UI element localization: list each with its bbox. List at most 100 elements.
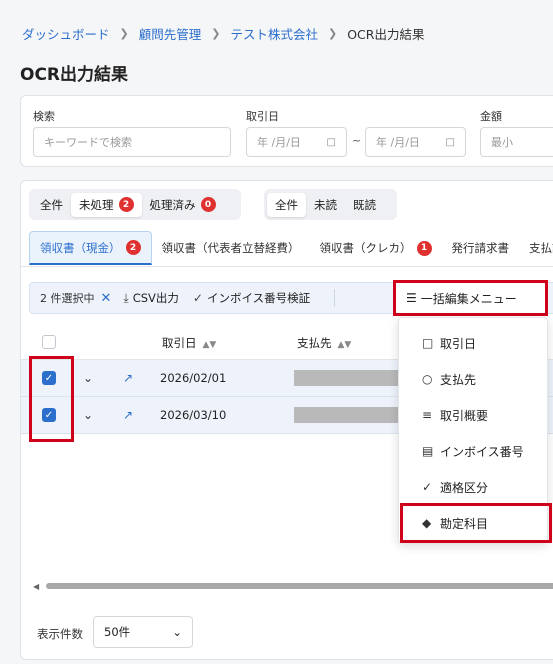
date-label: 取引日 [246, 110, 279, 123]
bulk-edit-menu-button[interactable]: ☰ 一括編集メニュー [393, 280, 548, 316]
csv-export-button[interactable]: ⤓ CSV出力 [123, 290, 179, 306]
document-icon: ≡ [422, 408, 433, 422]
chevron-down-icon[interactable]: ⌄ [83, 408, 93, 422]
breadcrumb: ダッシュボード ❯ 顧問先管理 ❯ テスト株式会社 ❯ OCR出力結果 [22, 24, 424, 43]
row-date: 2026/03/10 [160, 408, 227, 422]
per-page-value: 50件 [104, 625, 131, 639]
tab-label: 発行請求書 [451, 241, 510, 255]
date-range-separator: ~ [352, 134, 362, 147]
chevron-down-icon[interactable]: ⌄ [83, 371, 93, 385]
tabs-divider [21, 266, 553, 267]
menu-item-label: 適格区分 [440, 480, 489, 495]
column-payee[interactable]: 支払先 ▲▼ [297, 335, 351, 351]
document-type-tabs: 領収書（現金） 2 領収書（代表者立替経費） 領収書（クレカ） 1 発行請求書 支払… [29, 231, 553, 267]
read-unread[interactable]: 未読 [306, 193, 345, 217]
check-circle-icon: ✓ [192, 291, 203, 305]
redacted-payee [294, 370, 414, 386]
menu-item-label: 取引日 [440, 336, 477, 351]
filter-panel: 検索 キーワードで検索 取引日 年 /月/日 □ ~ 年 /月/日 □ 金額 最… [20, 95, 553, 167]
status-processed[interactable]: 処理済み 0 [142, 193, 224, 217]
read-unread-label: 未読 [314, 197, 337, 212]
tab-issued-invoice[interactable]: 発行請求書 [442, 231, 520, 265]
read-filter: 全件 未読 既読 [264, 189, 397, 220]
count-badge: 0 [200, 197, 216, 212]
amount-min-input[interactable]: 最小 [480, 127, 553, 157]
column-payee-label: 支払先 [297, 336, 332, 350]
tab-payment[interactable]: 支払請 [519, 231, 553, 265]
horizontal-scrollbar[interactable]: ◀ [33, 582, 553, 591]
read-read[interactable]: 既読 [345, 193, 384, 217]
redacted-payee [294, 407, 414, 423]
tab-label: 領収書（クレカ） [319, 241, 412, 255]
search-label: 検索 [33, 110, 55, 123]
per-page-label: 表示件数 [37, 627, 83, 641]
scrollbar-thumb[interactable] [46, 583, 553, 589]
read-all[interactable]: 全件 [267, 192, 306, 217]
bulk-edit-menu-label: 一括編集メニュー [420, 291, 517, 306]
search-input[interactable]: キーワードで検索 [33, 127, 231, 157]
calendar-icon[interactable]: □ [327, 137, 336, 148]
date-from-input[interactable]: 年 /月/日 □ [246, 127, 347, 157]
tab-label: 領収書（代表者立替経費） [161, 241, 300, 255]
chevron-down-icon: ⌄ [172, 625, 182, 639]
date-to-input[interactable]: 年 /月/日 □ [365, 127, 466, 157]
breadcrumb-clients[interactable]: 顧問先管理 [139, 24, 202, 43]
tab-receipt-cash[interactable]: 領収書（現金） 2 [29, 231, 152, 265]
breadcrumb-company[interactable]: テスト株式会社 [230, 24, 318, 43]
person-icon: ○ [422, 372, 433, 386]
status-filter: 全件 未処理 2 処理済み 0 [29, 189, 241, 220]
calendar-icon[interactable]: □ [446, 137, 455, 148]
count-badge: 2 [118, 197, 134, 212]
list-icon: ☰ [406, 291, 417, 305]
breadcrumb-current: OCR出力結果 [347, 27, 425, 42]
menu-item-date[interactable]: □ 取引日 [399, 328, 549, 358]
status-processed-label: 処理済み [149, 197, 196, 212]
search-placeholder: キーワードで検索 [44, 136, 132, 149]
invoice-verify-label: インボイス番号検証 [206, 291, 311, 305]
date-from-placeholder: 年 /月/日 [257, 136, 301, 149]
read-all-label: 全件 [275, 197, 298, 212]
chevron-right-icon: ❯ [211, 27, 221, 40]
status-unprocessed[interactable]: 未処理 2 [71, 192, 142, 217]
tab-receipt-representative[interactable]: 領収書（代表者立替経費） [152, 231, 310, 265]
status-unprocessed-label: 未処理 [79, 197, 114, 212]
download-icon: ⤓ [123, 290, 129, 305]
divider [334, 289, 336, 307]
sort-icon[interactable]: ▲▼ [338, 340, 352, 350]
external-link-icon[interactable]: ↗ [123, 408, 133, 422]
highlight-account-item [400, 503, 552, 543]
chevron-right-icon: ❯ [327, 27, 338, 40]
id-card-icon: ▤ [422, 444, 434, 458]
external-link-icon[interactable]: ↗ [123, 371, 133, 385]
menu-item-qualification[interactable]: ✓ 適格区分 [399, 472, 549, 502]
read-read-label: 既読 [353, 197, 376, 212]
calendar-icon: □ [422, 336, 434, 350]
date-to-placeholder: 年 /月/日 [376, 136, 420, 149]
tab-label: 支払請 [529, 241, 553, 255]
breadcrumb-dashboard[interactable]: ダッシュボード [22, 24, 110, 43]
menu-item-summary[interactable]: ≡ 取引概要 [399, 400, 549, 430]
chevron-right-icon: ❯ [119, 27, 129, 40]
count-badge: 2 [125, 240, 141, 255]
invoice-verify-button[interactable]: ✓ インボイス番号検証 [193, 290, 310, 306]
row-date: 2026/02/01 [160, 371, 227, 385]
check-circle-icon: ✓ [422, 480, 433, 494]
menu-item-invoice-number[interactable]: ▤ インボイス番号 [399, 436, 549, 466]
column-date[interactable]: 取引日 ▲▼ [162, 335, 216, 351]
per-page-select[interactable]: 50件 ⌄ [93, 616, 193, 648]
tab-receipt-credit[interactable]: 領収書（クレカ） 1 [310, 231, 442, 265]
status-all[interactable]: 全件 [32, 193, 71, 217]
select-all-checkbox[interactable] [42, 335, 56, 349]
amount-label: 金額 [480, 110, 502, 123]
scroll-left-icon[interactable]: ◀ [33, 582, 39, 591]
page-title: OCR出力結果 [20, 65, 129, 85]
highlight-checkboxes [29, 356, 74, 442]
results-panel: 全件 未処理 2 処理済み 0 全件 未読 既読 領収書（現金） 2 領収書（代表者立… [20, 180, 553, 660]
clear-selection-icon[interactable]: ✕ [101, 291, 112, 306]
sort-icon[interactable]: ▲▼ [203, 340, 217, 350]
menu-item-label: インボイス番号 [440, 444, 524, 459]
column-date-label: 取引日 [162, 336, 197, 350]
selection-count: 2 件選択中 [40, 292, 95, 305]
menu-item-label: 支払先 [440, 372, 477, 387]
menu-item-payee[interactable]: ○ 支払先 [399, 364, 549, 394]
